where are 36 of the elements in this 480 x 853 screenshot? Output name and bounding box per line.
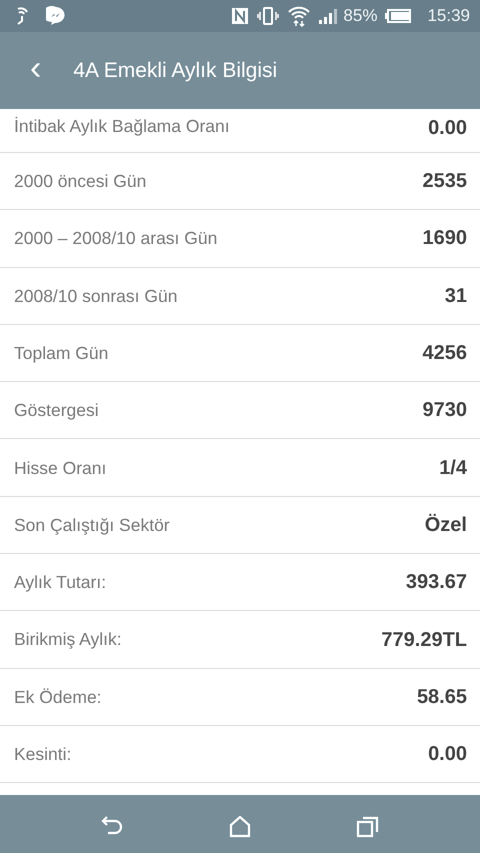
- row-value: 0.00: [428, 742, 467, 768]
- row-value: 779.29TL: [381, 628, 467, 653]
- row-value: 393.67: [406, 570, 467, 596]
- signal-icon: [319, 8, 340, 24]
- clock: 15:39: [427, 5, 470, 28]
- row-label: 2008/10 sonrası Gün: [14, 284, 178, 308]
- row-value: Özel: [424, 512, 467, 538]
- row-value: 1/4: [439, 456, 467, 481]
- row-label: Aylık Tutarı:: [14, 571, 106, 594]
- row-label: Kesinti:: [14, 742, 72, 766]
- row-value: 58.65: [416, 684, 467, 710]
- row-label: Göstergesi: [14, 399, 99, 422]
- back-button[interactable]: ‹: [24, 50, 48, 84]
- screen-title: 4A Emekli Aylık Bilgisi: [73, 58, 278, 84]
- row-value: 1690: [422, 226, 467, 252]
- messenger-icon: [46, 6, 66, 26]
- battery-percentage: 85%: [343, 5, 378, 28]
- row-value: 2535: [422, 169, 467, 194]
- row-label: 2000 öncesi Gün: [14, 170, 146, 194]
- row-label: 2000 – 2008/10 arası Gün: [14, 227, 218, 250]
- row-value: 0.00: [428, 116, 467, 141]
- recent-apps-icon[interactable]: [356, 816, 380, 838]
- row-label: Birikmiş Aylık:: [14, 628, 122, 652]
- nfc-icon: [231, 7, 250, 25]
- vibrate-icon: [257, 6, 280, 26]
- row-label: Son Çalıştığı Sektör: [14, 514, 170, 537]
- row-value: 4256: [422, 341, 467, 366]
- wifi-icon: [287, 5, 312, 27]
- row-label: İntibak Aylık Bağlama Oranı: [14, 115, 230, 138]
- row-label: Ek Ödeme:: [14, 686, 102, 709]
- row-value: 31: [444, 284, 467, 309]
- row-label: Toplam Gün: [14, 342, 108, 365]
- row-label: Hisse Oranı: [14, 456, 106, 480]
- battery-icon: [385, 9, 412, 23]
- home-icon[interactable]: [228, 816, 251, 838]
- row-value: 9730: [422, 398, 467, 424]
